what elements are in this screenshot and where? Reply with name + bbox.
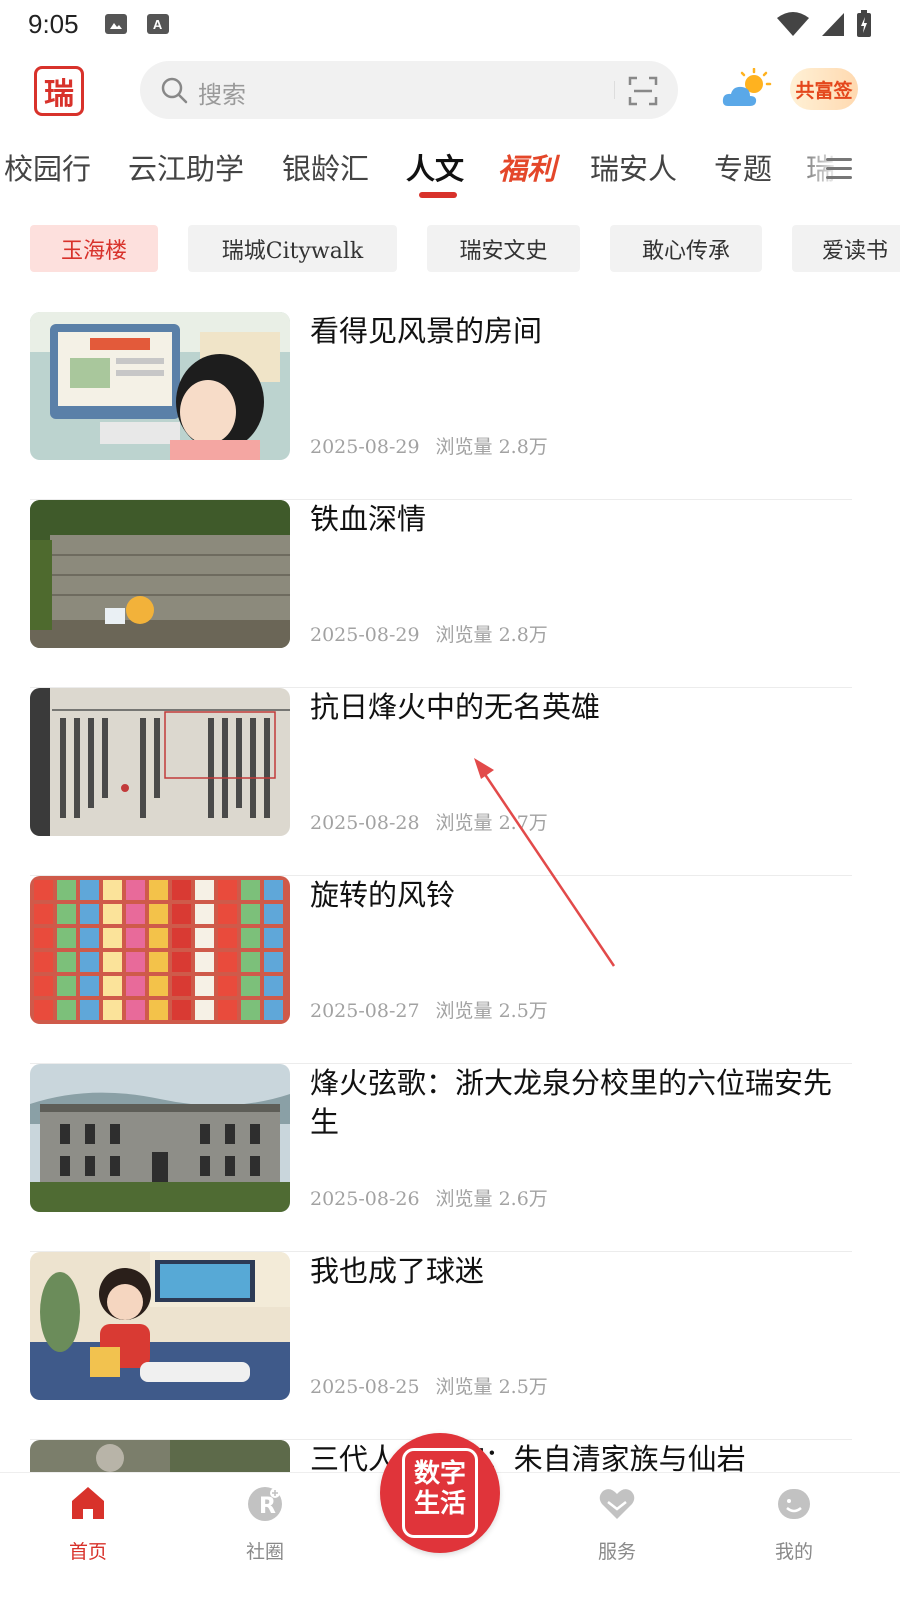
article-views: 浏览量 2.8万 bbox=[435, 624, 548, 646]
menu-icon[interactable] bbox=[826, 158, 852, 180]
status-bar: 9:05 A bbox=[0, 0, 900, 48]
nav-service-label: 服务 bbox=[597, 1541, 636, 1563]
article-thumbnail bbox=[30, 688, 290, 836]
search-bar[interactable]: 搜索 bbox=[140, 61, 678, 119]
article-date: 2025-08-25 bbox=[310, 1376, 420, 1398]
digital-life-label: 数字 生活 bbox=[402, 1448, 478, 1538]
article-thumbnail bbox=[30, 1252, 290, 1400]
active-tab-indicator bbox=[419, 192, 457, 198]
article-meta: 2025-08-29 浏览量 2.8万 bbox=[310, 432, 548, 459]
chip-citywalk[interactable]: 瑞城Citywalk bbox=[188, 225, 397, 272]
nav-community-label: 社圈 bbox=[245, 1541, 284, 1563]
logo-text: 瑞 bbox=[44, 77, 74, 112]
profile-icon bbox=[778, 1489, 810, 1519]
article-thumbnail bbox=[30, 1064, 290, 1212]
nav-home[interactable]: 首页 bbox=[38, 1483, 138, 1564]
scan-icon[interactable] bbox=[628, 76, 658, 106]
nav-home-label: 首页 bbox=[68, 1541, 107, 1563]
article-thumbnail bbox=[30, 876, 290, 1024]
article-views: 浏览量 2.7万 bbox=[435, 812, 548, 834]
chip-ruian-history[interactable]: 瑞安文史 bbox=[427, 225, 580, 272]
article-date: 2025-08-29 bbox=[310, 624, 420, 646]
article-item[interactable]: 烽火弦歌：浙大龙泉分校里的六位瑞安先生 2025-08-26 浏览量 2.6万 bbox=[30, 1064, 852, 1252]
sub-tabs: 玉海楼 瑞城Citywalk 瑞安文史 敢心传承 爱读书 bbox=[0, 225, 900, 273]
article-date: 2025-08-28 bbox=[310, 812, 420, 834]
article-item[interactable]: 旋转的风铃 2025-08-27 浏览量 2.5万 bbox=[30, 876, 852, 1064]
nav-community[interactable]: R 社圈 bbox=[215, 1483, 315, 1564]
article-title: 我也成了球迷 bbox=[310, 1254, 485, 1288]
article-meta: 2025-08-25 浏览量 2.5万 bbox=[310, 1372, 548, 1399]
article-date: 2025-08-27 bbox=[310, 1000, 420, 1022]
article-title: 烽火弦歌：浙大龙泉分校里的六位瑞安先生 bbox=[310, 1066, 833, 1139]
article-meta: 2025-08-28 浏览量 2.7万 bbox=[310, 808, 548, 835]
article-views: 浏览量 2.8万 bbox=[435, 436, 548, 458]
digital-life-button[interactable]: 数字 生活 bbox=[380, 1433, 500, 1553]
community-icon: R bbox=[248, 1487, 282, 1521]
article-title: 抗日烽火中的无名英雄 bbox=[310, 690, 601, 724]
article-title: 旋转的风铃 bbox=[310, 878, 456, 912]
status-time: 9:05 bbox=[28, 8, 79, 39]
search-placeholder: 搜索 bbox=[198, 81, 246, 109]
tab-topics[interactable]: 专题 bbox=[714, 146, 772, 188]
tab-education-aid[interactable]: 云江助学 bbox=[128, 146, 244, 188]
article-meta: 2025-08-27 浏览量 2.5万 bbox=[310, 996, 548, 1023]
home-icon bbox=[72, 1487, 104, 1519]
top-bar: 瑞 搜索 共富签 bbox=[0, 58, 900, 124]
service-icon bbox=[599, 1489, 635, 1519]
tab-welfare[interactable]: 福利 bbox=[498, 146, 556, 188]
article-item[interactable]: 我也成了球迷 2025-08-25 浏览量 2.5万 bbox=[30, 1252, 852, 1440]
article-item[interactable]: 抗日烽火中的无名英雄 2025-08-28 浏览量 2.7万 bbox=[30, 688, 852, 876]
search-icon bbox=[161, 77, 188, 104]
article-title: 铁血深情 bbox=[310, 502, 427, 536]
signal-icon bbox=[822, 13, 844, 36]
weather-icon[interactable] bbox=[722, 68, 772, 110]
badge-text: 共富签 bbox=[795, 79, 853, 102]
article-item[interactable]: 铁血深情 2025-08-29 浏览量 2.8万 bbox=[30, 500, 852, 688]
tab-campus[interactable]: 校园行 bbox=[4, 146, 91, 188]
battery-icon bbox=[857, 10, 871, 37]
article-meta: 2025-08-26 浏览量 2.6万 bbox=[310, 1184, 548, 1211]
wifi-icon bbox=[777, 12, 809, 36]
chip-reading[interactable]: 爱读书 bbox=[792, 225, 900, 272]
article-date: 2025-08-29 bbox=[310, 436, 420, 458]
tab-humanities[interactable]: 人文 bbox=[406, 146, 464, 188]
article-item[interactable]: 看得见风景的房间 2025-08-29 浏览量 2.8万 bbox=[30, 312, 852, 500]
article-meta: 2025-08-29 浏览量 2.8万 bbox=[310, 620, 548, 647]
font-notification-icon: A bbox=[146, 14, 169, 34]
common-prosperity-badge[interactable]: 共富签 bbox=[790, 68, 858, 110]
gallery-notification-icon bbox=[104, 14, 127, 34]
article-title: 看得见风景的房间 bbox=[310, 314, 543, 348]
app-logo[interactable]: 瑞 bbox=[34, 66, 84, 116]
article-thumbnail bbox=[30, 500, 290, 648]
nav-profile[interactable]: 我的 bbox=[744, 1483, 844, 1564]
chip-heritage[interactable]: 敢心传承 bbox=[610, 225, 762, 272]
article-views: 浏览量 2.6万 bbox=[435, 1188, 548, 1210]
article-date: 2025-08-26 bbox=[310, 1188, 420, 1210]
channel-tabs: 校园行 云江助学 银龄汇 人文 福利 瑞安人 专题 瑞 bbox=[0, 140, 900, 202]
tab-seniors[interactable]: 银龄汇 bbox=[282, 146, 369, 188]
tab-ruian-people[interactable]: 瑞安人 bbox=[590, 146, 677, 188]
article-views: 浏览量 2.5万 bbox=[435, 1376, 548, 1398]
search-divider bbox=[614, 81, 615, 99]
nav-profile-label: 我的 bbox=[774, 1541, 813, 1563]
bottom-nav: 首页 R 社圈 数字 生活 服务 我的 bbox=[0, 1433, 900, 1600]
article-views: 浏览量 2.5万 bbox=[435, 1000, 548, 1022]
chip-yuhailou[interactable]: 玉海楼 bbox=[30, 225, 158, 272]
nav-service[interactable]: 服务 bbox=[567, 1483, 667, 1564]
article-thumbnail bbox=[30, 312, 290, 460]
